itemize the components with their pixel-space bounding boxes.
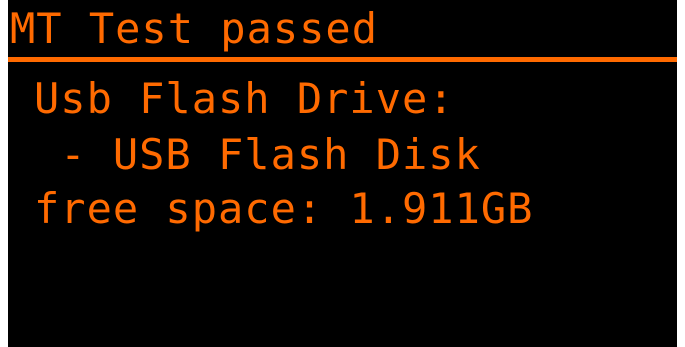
test-status-title: MT Test passed — [10, 4, 379, 53]
header-divider — [8, 57, 677, 62]
device-type-label: Usb Flash Drive: — [34, 74, 455, 123]
device-name: - USB Flash Disk — [34, 130, 481, 179]
lcd-screen: MT Test passed Usb Flash Drive: - USB Fl… — [8, 0, 677, 347]
free-space-readout: free space: 1.911GB — [34, 184, 534, 233]
status-header: MT Test passed — [8, 0, 677, 57]
